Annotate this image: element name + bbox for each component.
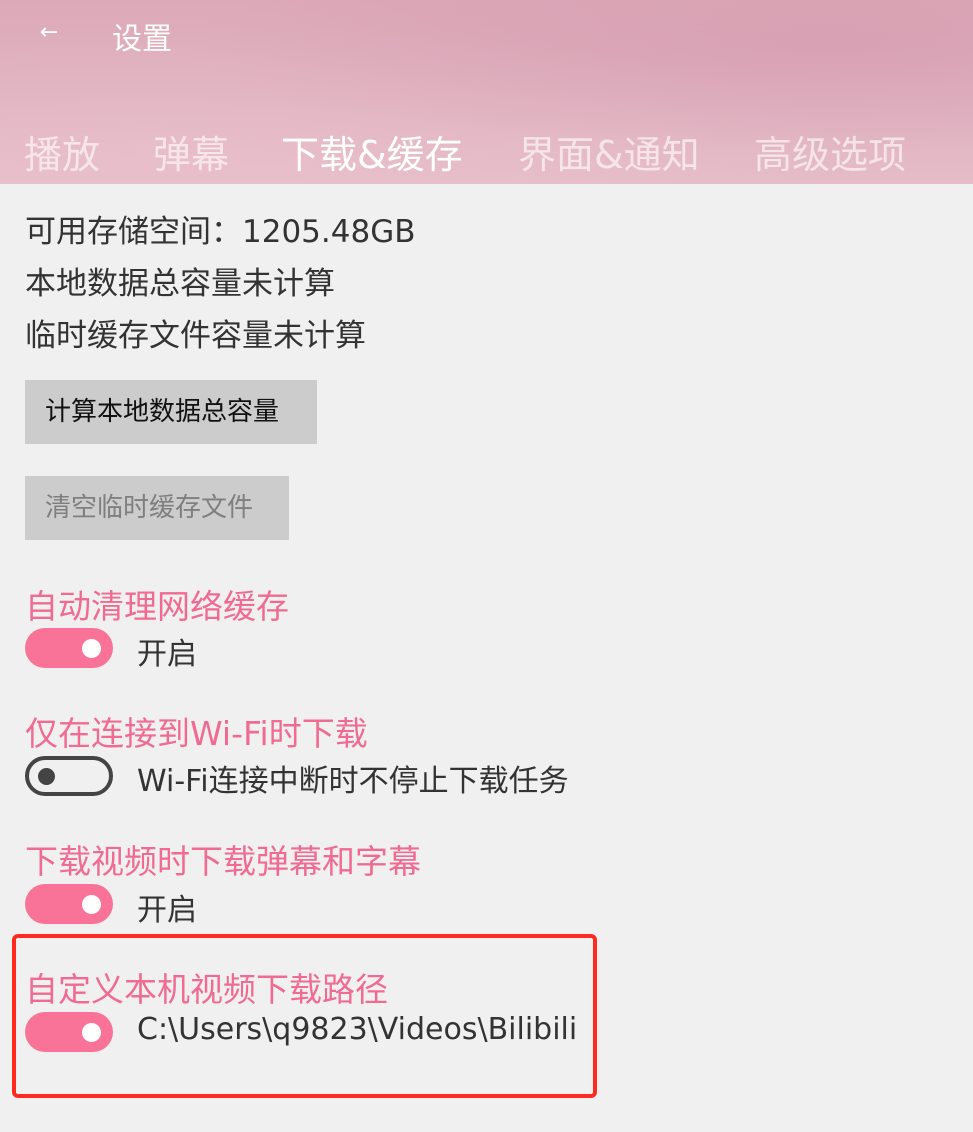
download-danmaku-subtitles-toggle[interactable] xyxy=(25,884,113,924)
tab-playback[interactable]: 播放 xyxy=(24,124,100,179)
tab-danmaku[interactable]: 弹幕 xyxy=(153,124,229,179)
toggle-knob xyxy=(38,768,55,785)
toggle-knob xyxy=(82,895,101,914)
page-title: 设置 xyxy=(112,22,172,57)
download-danmaku-subtitles-title: 下载视频时下载弹幕和字幕 xyxy=(25,842,421,881)
calc-local-data-button[interactable]: 计算本地数据总容量 xyxy=(25,380,317,444)
back-arrow-icon[interactable]: ← xyxy=(34,18,64,48)
available-storage-text: 可用存储空间：1205.48GB xyxy=(25,214,416,250)
tab-interface-notify[interactable]: 界面&通知 xyxy=(518,124,700,179)
tab-bar: 播放 弹幕 下载&缓存 界面&通知 高级选项 xyxy=(0,120,973,180)
toggle-knob xyxy=(82,639,101,658)
toggle-knob xyxy=(82,1023,101,1042)
wifi-only-download-title: 仅在连接到Wi-Fi时下载 xyxy=(25,714,368,753)
download-danmaku-subtitles-label: 开启 xyxy=(137,893,197,928)
auto-clean-cache-toggle[interactable] xyxy=(25,628,113,668)
custom-download-path-title: 自定义本机视频下载路径 xyxy=(25,970,388,1009)
header-bar: ← 设置 播放 弹幕 下载&缓存 界面&通知 高级选项 xyxy=(0,0,973,184)
auto-clean-cache-title: 自动清理网络缓存 xyxy=(25,587,289,626)
wifi-only-download-toggle[interactable] xyxy=(25,756,113,796)
custom-download-path-label: C:\Users\q9823\Videos\Bilibili xyxy=(137,1012,578,1047)
local-data-total-text: 本地数据总容量未计算 xyxy=(25,266,335,302)
auto-clean-cache-label: 开启 xyxy=(137,637,197,672)
temp-cache-total-text: 临时缓存文件容量未计算 xyxy=(25,318,366,354)
tab-download-cache[interactable]: 下载&缓存 xyxy=(281,124,463,179)
wifi-only-download-label: Wi-Fi连接中断时不停止下载任务 xyxy=(137,764,569,799)
custom-download-path-toggle[interactable] xyxy=(25,1012,113,1052)
tab-advanced[interactable]: 高级选项 xyxy=(754,124,906,179)
clear-temp-cache-button[interactable]: 清空临时缓存文件 xyxy=(25,476,289,540)
